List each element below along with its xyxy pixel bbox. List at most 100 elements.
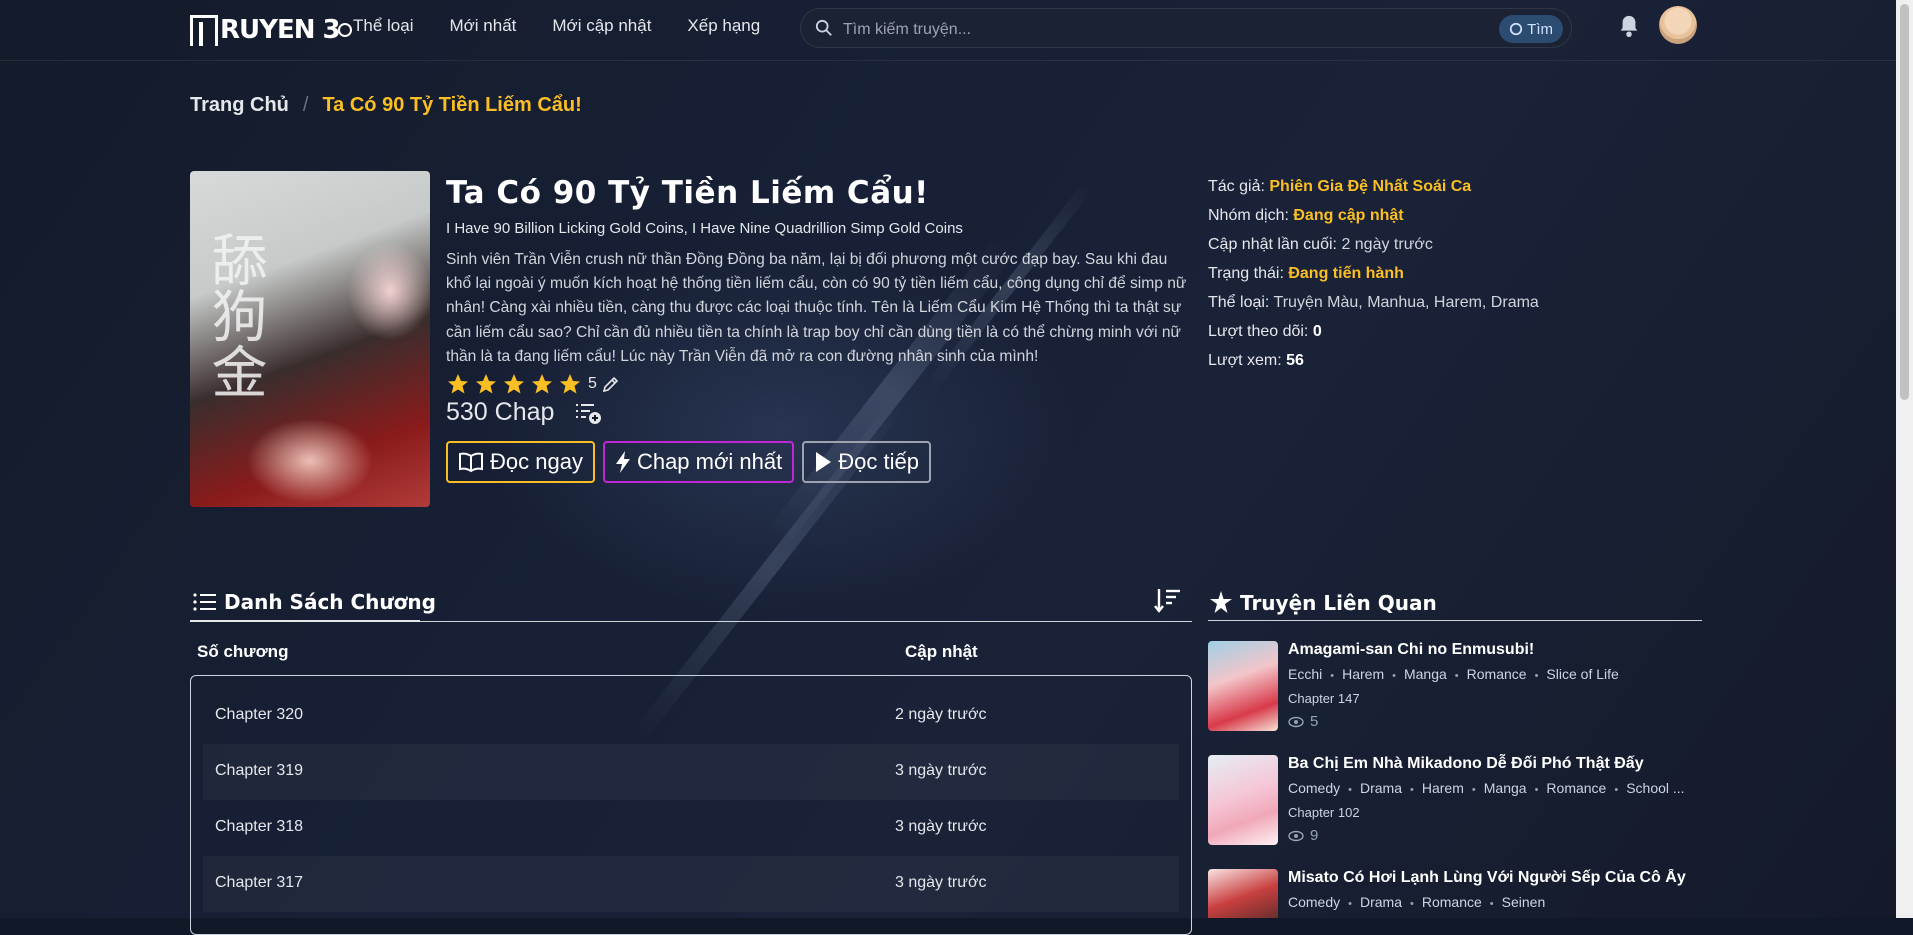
tag[interactable]: Romance bbox=[1527, 780, 1607, 796]
author-link[interactable]: Phiên Gia Đệ Nhất Soái Ca bbox=[1269, 178, 1471, 195]
group-row: Nhóm dịch: Đang cập nhật bbox=[1208, 201, 1539, 230]
read-now-label: Đọc ngay bbox=[490, 449, 583, 474]
continue-reading-button[interactable]: Đọc tiếp bbox=[802, 441, 931, 483]
genre-links[interactable]: Truyện Màu, Manhua, Harem, Drama bbox=[1274, 294, 1539, 311]
chapter-list-heading: Danh Sách Chương bbox=[192, 590, 436, 614]
continue-reading-label: Đọc tiếp bbox=[838, 449, 919, 474]
table-row[interactable]: Chapter 318 3 ngày trước bbox=[203, 800, 1179, 856]
views-row: Lượt xem: 56 bbox=[1208, 346, 1539, 375]
star-icon[interactable] bbox=[474, 372, 498, 396]
status-label: Trạng thái: bbox=[1208, 265, 1284, 282]
related-item[interactable]: Ba Chị Em Nhà Mikadono Dễ Đối Phó Thật Đ… bbox=[1208, 755, 1704, 849]
status-row: Trạng thái: Đang tiến hành bbox=[1208, 259, 1539, 288]
pencil-icon[interactable] bbox=[601, 374, 621, 394]
search-button[interactable]: Tìm bbox=[1499, 15, 1563, 43]
lightning-icon bbox=[615, 451, 630, 473]
tag[interactable]: Ecchi bbox=[1288, 666, 1322, 682]
breadcrumb-separator: / bbox=[302, 94, 309, 116]
newest-chapter-label: Chap mới nhất bbox=[636, 449, 783, 474]
tag[interactable]: Harem bbox=[1402, 780, 1464, 796]
views-label: Lượt xem: bbox=[1208, 352, 1282, 369]
related-item-chapter[interactable]: Chapter 147 bbox=[1288, 691, 1360, 706]
tag[interactable]: Seinen bbox=[1482, 894, 1545, 910]
group-label: Nhóm dịch: bbox=[1208, 207, 1289, 224]
table-row[interactable]: Chapter 320 2 ngày trước bbox=[203, 688, 1179, 744]
related-item-title[interactable]: Amagami-san Chi no Enmusubi! bbox=[1288, 641, 1534, 659]
tag[interactable]: Drama bbox=[1340, 780, 1402, 796]
views-count: 5 bbox=[1310, 713, 1319, 730]
related-item[interactable]: Amagami-san Chi no Enmusubi! EcchiHaremM… bbox=[1208, 641, 1704, 735]
star-icon[interactable] bbox=[446, 372, 470, 396]
comic-info-panel: Tác giả: Phiên Gia Đệ Nhất Soái Ca Nhóm … bbox=[1208, 172, 1539, 375]
comic-alt-title: I Have 90 Billion Licking Gold Coins, I … bbox=[446, 220, 963, 237]
breadcrumb-current[interactable]: Ta Có 90 Tỷ Tiền Liếm Cẩu! bbox=[322, 94, 581, 117]
page-scrollbar[interactable] bbox=[1896, 0, 1913, 918]
tag[interactable]: Romance bbox=[1402, 894, 1482, 910]
list-icon bbox=[193, 593, 216, 611]
eye-icon bbox=[1288, 830, 1304, 841]
related-thumbnail[interactable] bbox=[1208, 755, 1278, 845]
tag[interactable]: Drama bbox=[1340, 894, 1402, 910]
updated-row: Cập nhật lần cuối: 2 ngày trước bbox=[1208, 230, 1539, 259]
related-thumbnail[interactable] bbox=[1208, 869, 1278, 918]
column-chapter-number: Số chương bbox=[197, 642, 289, 661]
genre-label: Thể loại: bbox=[1208, 294, 1270, 311]
top-navbar: RUYEN 3 Thể loại Mới nhất Mới cập nhật X… bbox=[0, 0, 1896, 61]
tag[interactable]: Comedy bbox=[1288, 894, 1340, 910]
sort-icon[interactable] bbox=[1154, 586, 1182, 614]
related-item[interactable]: Misato Có Hơi Lạnh Lùng Với Người Sếp Củ… bbox=[1208, 869, 1704, 918]
comic-description: Sinh viên Trần Viễn crush nữ thần Đồng Đ… bbox=[446, 251, 1187, 365]
site-logo[interactable]: RUYEN 3 bbox=[190, 12, 352, 48]
chapter-list-title: Danh Sách Chương bbox=[224, 590, 436, 614]
tag[interactable]: Slice of Life bbox=[1527, 666, 1619, 682]
updated-label: Cập nhật lần cuối: bbox=[1208, 236, 1337, 253]
star-icon[interactable] bbox=[502, 372, 526, 396]
column-updated: Cập nhật bbox=[905, 642, 978, 661]
add-to-list-icon[interactable] bbox=[574, 401, 602, 425]
tag[interactable]: Romance bbox=[1447, 666, 1527, 682]
tag[interactable]: Comedy bbox=[1288, 780, 1340, 796]
search-icon bbox=[815, 19, 832, 36]
updated-value: 2 ngày trước bbox=[1341, 236, 1433, 253]
search-button-label: Tìm bbox=[1527, 20, 1553, 38]
related-item-views: 9 bbox=[1288, 827, 1318, 844]
user-avatar[interactable] bbox=[1659, 6, 1697, 44]
tag[interactable]: Manga bbox=[1384, 666, 1447, 682]
play-icon bbox=[816, 452, 832, 472]
scrollbar-thumb[interactable] bbox=[1900, 4, 1909, 400]
related-item-chapter[interactable]: Chapter 102 bbox=[1288, 805, 1360, 820]
read-now-button[interactable]: Đọc ngay bbox=[446, 441, 595, 483]
related-item-tags: ComedyDramaHaremMangaRomanceSchool ... bbox=[1288, 780, 1698, 796]
star-icon[interactable] bbox=[558, 372, 582, 396]
tag[interactable]: School ... bbox=[1606, 780, 1684, 796]
bell-icon[interactable] bbox=[1618, 14, 1640, 38]
chapter-date: 3 ngày trước bbox=[895, 818, 987, 835]
comic-title: Ta Có 90 Tỷ Tiền Liếm Cẩu! bbox=[446, 175, 929, 211]
related-thumbnail[interactable] bbox=[1208, 641, 1278, 731]
chapter-count: 530 Chap bbox=[446, 398, 555, 426]
nav-updated[interactable]: Mới cập nhật bbox=[552, 16, 651, 36]
related-item-tags: EcchiHaremMangaRomanceSlice of Life bbox=[1288, 666, 1698, 682]
nav-genres[interactable]: Thể loại bbox=[353, 16, 413, 36]
book-open-icon bbox=[459, 452, 483, 473]
newest-chapter-button[interactable]: Chap mới nhất bbox=[602, 441, 795, 483]
star-icon[interactable] bbox=[530, 372, 554, 396]
search-input[interactable] bbox=[841, 17, 1445, 43]
comic-cover: 舔狗金 bbox=[190, 171, 430, 507]
chapter-name: Chapter 319 bbox=[215, 762, 304, 779]
related-item-title[interactable]: Ba Chị Em Nhà Mikadono Dễ Đối Phó Thật Đ… bbox=[1288, 755, 1644, 773]
nav-ranking[interactable]: Xếp hạng bbox=[687, 16, 760, 36]
author-label: Tác giả: bbox=[1208, 178, 1265, 195]
chapter-list: Chapter 320 2 ngày trước Chapter 319 3 n… bbox=[190, 675, 1192, 935]
tag[interactable]: Manga bbox=[1464, 780, 1527, 796]
nav-newest[interactable]: Mới nhất bbox=[449, 16, 516, 36]
table-row[interactable]: Chapter 317 3 ngày trước bbox=[203, 856, 1179, 912]
related-item-title[interactable]: Misato Có Hơi Lạnh Lùng Với Người Sếp Củ… bbox=[1288, 869, 1686, 887]
tag[interactable]: Harem bbox=[1322, 666, 1384, 682]
breadcrumb-home[interactable]: Trang Chủ bbox=[190, 94, 289, 117]
chapter-date: 3 ngày trước bbox=[895, 874, 987, 891]
table-row[interactable]: Chapter 319 3 ngày trước bbox=[203, 744, 1179, 800]
chapter-count-row: 530 Chap bbox=[446, 398, 602, 427]
eye-icon bbox=[1288, 716, 1304, 727]
author-row: Tác giả: Phiên Gia Đệ Nhất Soái Ca bbox=[1208, 172, 1539, 201]
